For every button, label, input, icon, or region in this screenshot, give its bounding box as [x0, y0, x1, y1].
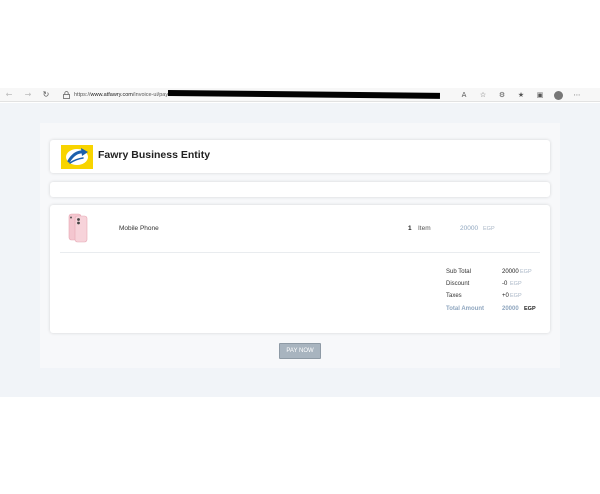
browser-actions: A ☆ ⚙ ★ ▣ ⋯ — [459, 88, 582, 102]
pay-now-button[interactable]: PAY NOW — [279, 343, 321, 359]
item-name: Mobile Phone — [119, 225, 159, 232]
total-amount-value: 20000 — [502, 306, 519, 312]
add-favorite-icon[interactable]: ☆ — [478, 91, 488, 99]
taxes-label: Taxes — [446, 293, 462, 299]
profile-avatar[interactable] — [554, 90, 563, 100]
taxes-currency: EGP — [510, 293, 522, 299]
total-amount-label: Total Amount — [446, 306, 484, 312]
discount-row: Discount -0 EGP — [446, 281, 546, 291]
item-amount: 20000 — [460, 225, 479, 232]
total-amount-row: Total Amount 20000 EGP — [446, 306, 546, 316]
sub-total-value: 20000 — [502, 269, 519, 275]
collections-icon[interactable]: ▣ — [535, 91, 545, 99]
fawry-logo-icon — [66, 148, 88, 165]
read-aloud-icon[interactable]: A — [459, 91, 469, 99]
item-unit: Item — [418, 225, 431, 232]
item-currency: EGP — [483, 226, 495, 232]
discount-value: -0 — [502, 281, 508, 287]
taxes-value: +0 — [502, 293, 509, 299]
mobile-phone-image — [68, 213, 88, 243]
sub-total-currency: EGP — [520, 269, 532, 275]
discount-label: Discount — [446, 281, 470, 287]
invoice-card: Mobile Phone 1 Item 20000 EGP Sub Total … — [50, 205, 550, 333]
back-arrow-icon[interactable]: ← — [3, 88, 15, 102]
url-host: www.atfawry.com — [90, 92, 133, 98]
more-menu-icon[interactable]: ⋯ — [572, 91, 582, 99]
fawry-logo — [61, 145, 93, 169]
total-amount-currency: EGP — [524, 306, 536, 312]
lock-icon[interactable] — [63, 91, 70, 99]
info-card — [50, 182, 550, 197]
merchant-header: Fawry Business Entity — [50, 140, 550, 173]
merchant-name: Fawry Business Entity — [98, 149, 211, 161]
item-quantity: 1 — [408, 225, 412, 232]
reload-icon[interactable]: ↻ — [40, 88, 52, 102]
discount-currency: EGP — [510, 281, 522, 287]
sub-total-row: Sub Total 20000 EGP — [446, 269, 546, 279]
url-scheme: https:// — [74, 92, 91, 98]
divider — [60, 252, 540, 253]
forward-arrow-icon[interactable]: → — [22, 88, 34, 102]
sub-total-label: Sub Total — [446, 269, 471, 275]
extensions-icon[interactable]: ⚙ — [497, 91, 507, 99]
taxes-row: Taxes +0 EGP — [446, 293, 546, 303]
favorites-icon[interactable]: ★ — [516, 91, 526, 99]
